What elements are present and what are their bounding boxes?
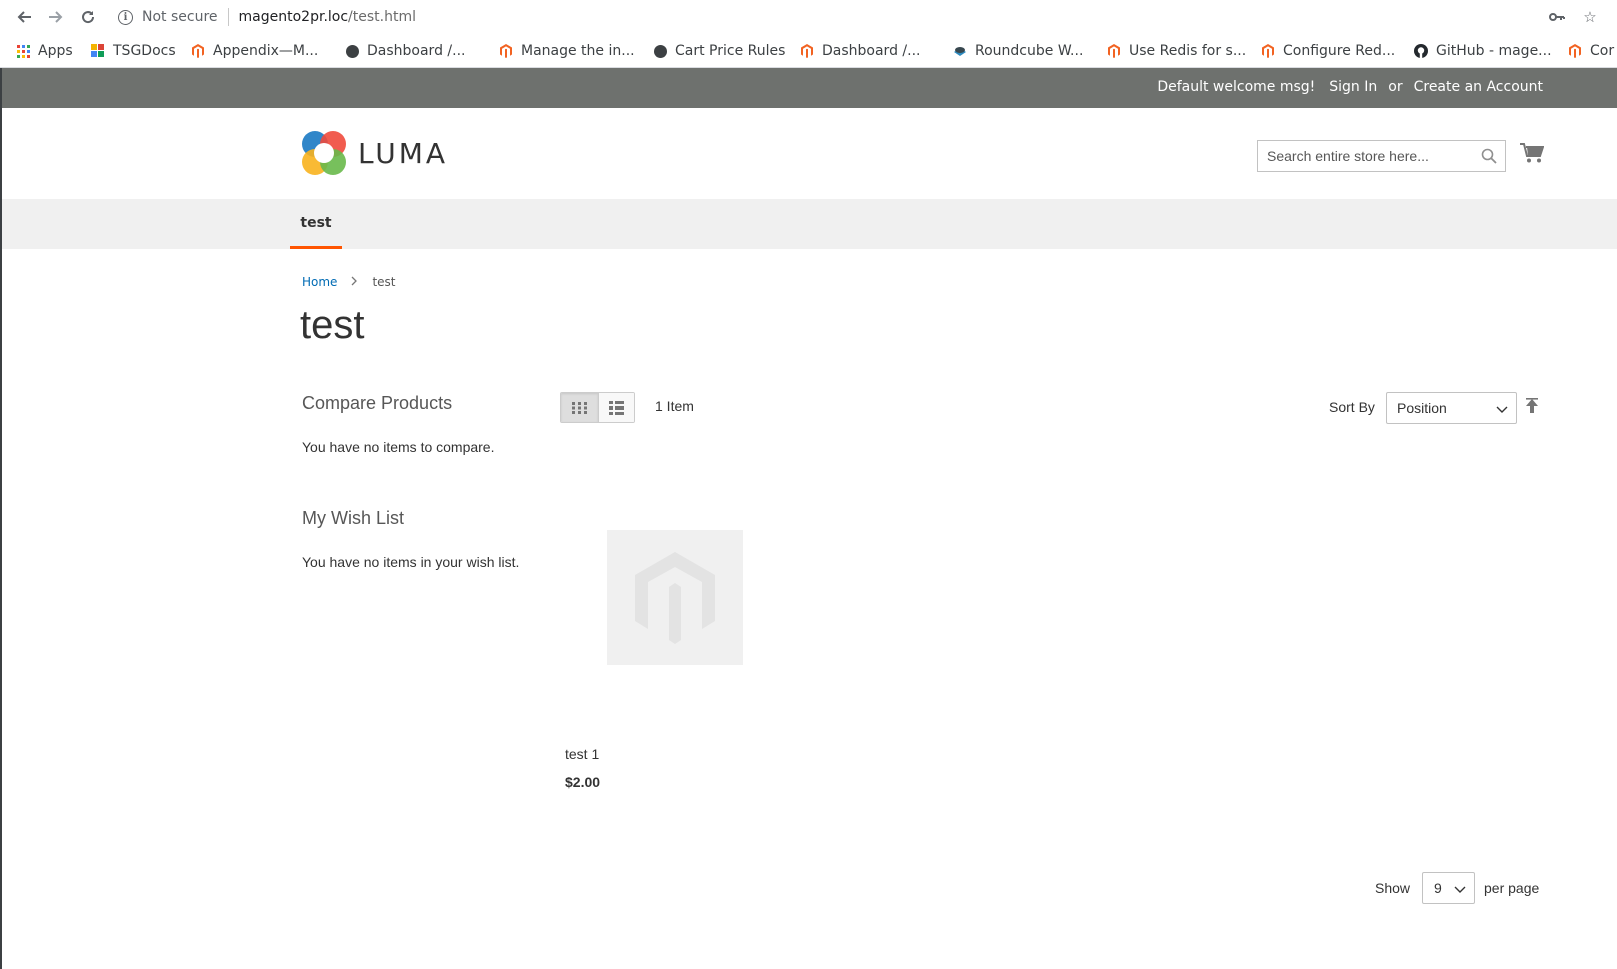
info-icon[interactable]: i: [118, 9, 133, 25]
bookmark-configure-redis[interactable]: Configure Red...: [1261, 41, 1395, 61]
bookmark-github[interactable]: GitHub - mage...: [1414, 41, 1552, 61]
bookmark-label: Cart Price Rules: [675, 43, 786, 59]
product-image-placeholder[interactable]: [607, 530, 743, 665]
header-links: Default welcome msg! Sign In or Create a…: [1147, 79, 1543, 95]
sort-by-select[interactable]: Position: [1386, 392, 1517, 424]
luma-logo-icon: [302, 131, 346, 175]
bookmark-roundcube[interactable]: Roundcube W...: [953, 41, 1083, 61]
bookmarks-bar: Apps TSGDocs Appendix—M... Dashboard /..…: [0, 33, 1617, 68]
security-label: Not secure: [142, 9, 218, 25]
globe-icon: [345, 44, 359, 58]
per-page-label: per page: [1484, 880, 1540, 896]
or-separator: or: [1388, 79, 1403, 95]
limiter-select[interactable]: 9: [1422, 872, 1475, 904]
forward-icon[interactable]: [46, 7, 66, 27]
bookmark-cart-price-rules[interactable]: Cart Price Rules: [653, 41, 785, 61]
reload-icon[interactable]: [78, 7, 98, 27]
bookmark-label: Cor: [1590, 43, 1615, 59]
magento-placeholder-icon: [635, 551, 715, 644]
magento-icon: [800, 44, 814, 58]
product-name-link[interactable]: test 1: [565, 746, 599, 762]
bookmark-dashboard-1[interactable]: Dashboard /...: [345, 41, 465, 61]
search-icon[interactable]: [1481, 148, 1497, 164]
bookmark-appendix[interactable]: Appendix—M...: [191, 41, 318, 61]
bookmark-label: Use Redis for s...: [1129, 43, 1247, 59]
globe-icon: [653, 44, 667, 58]
view-mode-switcher: [560, 392, 635, 423]
limiter-value: 9: [1434, 880, 1442, 896]
nav-item-test[interactable]: test: [290, 199, 342, 249]
url-path: /test.html: [348, 9, 416, 25]
panel-header: Default welcome msg! Sign In or Create a…: [2, 68, 1617, 108]
bookmark-label: Manage the in...: [521, 43, 635, 59]
bookmark-label: TSGDocs: [113, 43, 176, 59]
welcome-message: Default welcome msg!: [1157, 79, 1316, 95]
apps-grid-icon: [16, 44, 30, 58]
chevron-right-icon: [351, 275, 358, 289]
magento-icon: [1261, 44, 1275, 58]
bookmark-apps[interactable]: Apps: [16, 41, 73, 61]
sort-by-label: Sort By: [1329, 399, 1375, 415]
star-icon[interactable]: ☆: [1580, 7, 1600, 27]
compare-products-title: Compare Products: [302, 393, 453, 413]
sign-in-link[interactable]: Sign In: [1329, 79, 1377, 95]
bookmark-use-redis[interactable]: Use Redis for s...: [1107, 41, 1246, 61]
compare-empty-text: You have no items to compare.: [302, 439, 495, 455]
show-label: Show: [1375, 880, 1411, 896]
toolbar-amount: 1 Item: [655, 398, 694, 414]
logo-text: LUMA: [358, 136, 449, 170]
bookmark-label: Roundcube W...: [975, 43, 1084, 59]
address-bar[interactable]: i Not secure magento2pr.loc/test.html: [118, 7, 416, 27]
bookmark-label: Appendix—M...: [213, 43, 319, 59]
magento-icon: [191, 44, 205, 58]
grid-view-icon[interactable]: [561, 393, 598, 422]
sort-direction-arrow-icon[interactable]: [1525, 398, 1541, 416]
create-account-link[interactable]: Create an Account: [1414, 79, 1543, 95]
bookmark-configure[interactable]: Cor: [1568, 41, 1614, 61]
breadcrumb-home-link[interactable]: Home: [302, 275, 337, 289]
wishlist-title: My Wish List: [302, 508, 405, 528]
back-icon[interactable]: [14, 7, 34, 27]
bookmark-label: Dashboard /...: [367, 43, 466, 59]
tsgdocs-icon: [91, 44, 105, 58]
cart-icon[interactable]: [1520, 142, 1545, 166]
bookmark-label: Configure Red...: [1283, 43, 1396, 59]
store-logo[interactable]: LUMA: [302, 131, 448, 175]
wishlist-empty-text: You have no items in your wish list.: [302, 554, 520, 570]
browser-toolbar: i Not secure magento2pr.loc/test.html ☆: [0, 0, 1617, 33]
list-view-icon[interactable]: [597, 393, 634, 422]
breadcrumb: Home test: [302, 275, 395, 289]
roundcube-icon: [953, 44, 967, 58]
sort-by-value: Position: [1397, 400, 1447, 416]
chevron-down-icon: [1496, 402, 1508, 414]
github-icon: [1414, 44, 1428, 58]
chevron-down-icon: [1454, 882, 1466, 894]
bookmark-tsgdocs[interactable]: TSGDocs: [91, 41, 176, 61]
bookmark-manage[interactable]: Manage the in...: [499, 41, 635, 61]
bookmark-dashboard-2[interactable]: Dashboard /...: [800, 41, 920, 61]
search-field[interactable]: [1257, 140, 1506, 172]
breadcrumb-current: test: [372, 275, 396, 289]
product-price: $2.00: [565, 774, 601, 790]
address-divider: [227, 8, 229, 26]
bookmark-label: GitHub - mage...: [1436, 43, 1552, 59]
key-icon[interactable]: [1547, 7, 1567, 27]
magento-icon: [499, 44, 513, 58]
magento-icon: [1568, 44, 1582, 58]
bookmark-label: Apps: [38, 43, 73, 59]
url-host: magento2pr.loc: [238, 9, 349, 25]
search-input[interactable]: [1258, 148, 1468, 164]
magento-icon: [1107, 44, 1121, 58]
main-navigation: test: [2, 199, 1617, 249]
bookmark-label: Dashboard /...: [822, 43, 921, 59]
page-title: test: [300, 303, 365, 347]
